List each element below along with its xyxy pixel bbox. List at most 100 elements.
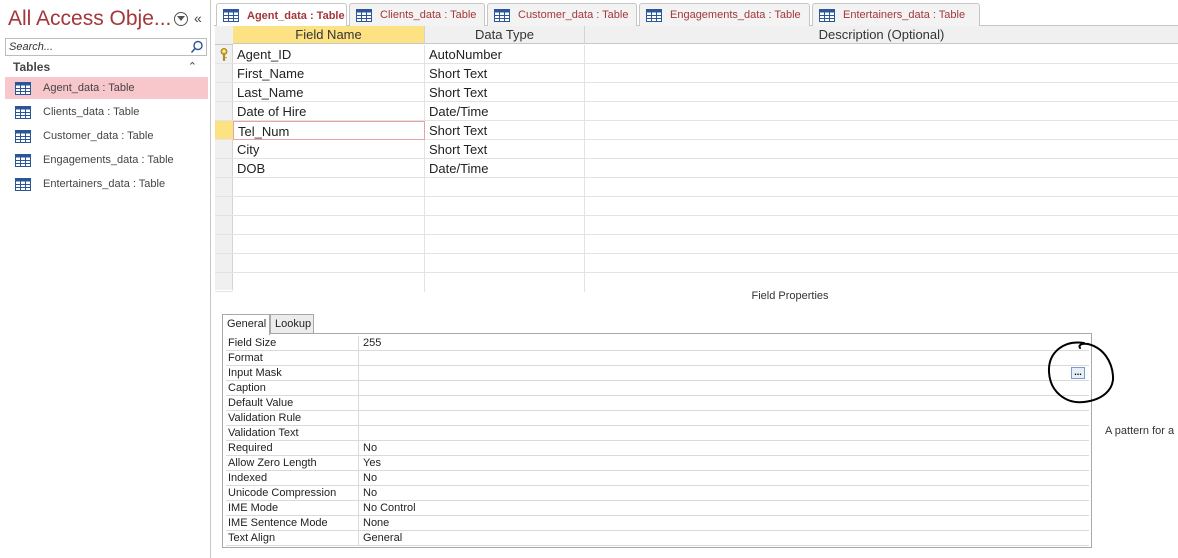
data-type-cell[interactable]	[425, 216, 585, 235]
table-icon	[15, 129, 31, 143]
property-value[interactable]: No	[359, 441, 1089, 456]
property-value[interactable]: No	[359, 486, 1089, 501]
description-cell[interactable]	[585, 121, 1178, 140]
property-value[interactable]: Yes	[359, 456, 1089, 471]
description-cell[interactable]	[585, 197, 1178, 216]
row-selector[interactable]	[215, 102, 233, 121]
property-value[interactable]	[359, 426, 1089, 441]
property-value[interactable]: No	[359, 471, 1089, 486]
column-header-field-name[interactable]: Field Name	[233, 26, 425, 44]
nav-menu-button[interactable]	[174, 12, 188, 26]
data-type-cell[interactable]	[425, 254, 585, 273]
row-selector[interactable]	[215, 197, 233, 216]
data-type-cell[interactable]: Date/Time	[425, 159, 585, 178]
field-name-cell[interactable]	[233, 254, 425, 273]
property-value-input-mask[interactable]: ...	[359, 366, 1089, 381]
description-cell[interactable]	[585, 254, 1178, 273]
nav-item-clients-data[interactable]: Clients_data : Table	[5, 101, 208, 123]
nav-group-tables[interactable]: Tables ⌃	[5, 58, 207, 76]
data-type-cell[interactable]: Short Text	[425, 140, 585, 159]
description-cell[interactable]	[585, 45, 1178, 64]
row-selector[interactable]	[215, 254, 233, 273]
description-cell[interactable]	[585, 273, 1178, 292]
nav-item-engagements-data[interactable]: Engagements_data : Table	[5, 149, 208, 171]
field-name-cell[interactable]: City	[233, 140, 425, 159]
row-selector[interactable]	[215, 159, 233, 178]
property-value[interactable]	[359, 381, 1089, 396]
data-type-cell[interactable]	[425, 178, 585, 197]
row-selector-current[interactable]	[215, 121, 233, 140]
nav-item-agent-data[interactable]: Agent_data : Table	[5, 77, 208, 99]
data-type-cell[interactable]: AutoNumber	[425, 45, 585, 64]
field-name-cell[interactable]	[233, 216, 425, 235]
table-row: City Short Text	[233, 140, 1178, 159]
property-value[interactable]	[359, 411, 1089, 426]
nav-title[interactable]: All Access Obje...	[8, 7, 171, 31]
data-type-cell[interactable]: Short Text	[425, 121, 585, 140]
description-cell[interactable]	[585, 159, 1178, 178]
description-cell[interactable]	[585, 102, 1178, 121]
field-name-cell[interactable]	[233, 178, 425, 197]
property-value[interactable]	[359, 396, 1089, 411]
corner-cell[interactable]	[215, 26, 233, 45]
data-type-cell[interactable]	[425, 197, 585, 216]
property-value[interactable]: General	[359, 531, 1089, 546]
tab-agent-data[interactable]: Agent_data : Table	[216, 3, 347, 27]
row-selector[interactable]	[215, 83, 233, 102]
data-type-cell[interactable]	[425, 273, 585, 292]
nav-item-label: Customer_data : Table	[43, 130, 154, 142]
table-row: Agent_ID AutoNumber	[233, 45, 1178, 64]
nav-item-customer-data[interactable]: Customer_data : Table	[5, 125, 208, 147]
property-label: Default Value	[226, 396, 359, 411]
nav-search-box[interactable]	[5, 38, 207, 56]
field-name-cell[interactable]: First_Name	[233, 64, 425, 83]
row-selector[interactable]	[215, 64, 233, 83]
row-selector[interactable]	[215, 45, 233, 64]
field-name-cell-editing[interactable]: Tel_Num	[233, 121, 425, 140]
collapse-pane-icon[interactable]: «	[194, 10, 202, 26]
field-name-cell[interactable]	[233, 273, 425, 292]
row-selector[interactable]	[215, 178, 233, 197]
column-header-description[interactable]: Description (Optional)	[585, 26, 1178, 44]
data-type-cell[interactable]: Short Text	[425, 83, 585, 102]
field-properties-title: Field Properties	[751, 290, 829, 302]
tab-customer-data[interactable]: Customer_data : Table	[487, 3, 637, 26]
description-cell[interactable]	[585, 216, 1178, 235]
row-selector[interactable]	[215, 140, 233, 159]
field-name-cell[interactable]: Last_Name	[233, 83, 425, 102]
description-cell[interactable]	[585, 64, 1178, 83]
tab-general[interactable]: General	[222, 314, 270, 335]
chevron-up-icon[interactable]: ⌃	[188, 60, 197, 73]
row-selector[interactable]	[215, 273, 233, 292]
data-type-cell[interactable]: Short Text	[425, 64, 585, 83]
property-value[interactable]: 255	[359, 336, 1089, 351]
row-selector[interactable]	[215, 235, 233, 254]
search-icon[interactable]	[190, 40, 204, 54]
tab-clients-data[interactable]: Clients_data : Table	[349, 3, 485, 26]
nav-item-label: Agent_data : Table	[43, 82, 135, 94]
property-value[interactable]: None	[359, 516, 1089, 531]
property-label: Allow Zero Length	[226, 456, 359, 471]
description-cell[interactable]	[585, 178, 1178, 197]
field-name-cell[interactable]	[233, 235, 425, 254]
search-input[interactable]	[6, 39, 186, 55]
property-value[interactable]	[359, 351, 1089, 366]
field-name-cell[interactable]: DOB	[233, 159, 425, 178]
field-name-cell[interactable]: Date of Hire	[233, 102, 425, 121]
description-cell[interactable]	[585, 140, 1178, 159]
field-name-cell[interactable]: Agent_ID	[233, 45, 425, 64]
description-cell[interactable]	[585, 235, 1178, 254]
column-header-data-type[interactable]: Data Type	[425, 26, 585, 44]
table-row-current: Tel_Num Short Text	[233, 121, 1178, 140]
row-selector[interactable]	[215, 216, 233, 235]
field-name-cell[interactable]	[233, 197, 425, 216]
tab-lookup[interactable]: Lookup	[270, 314, 314, 334]
property-value[interactable]: No Control	[359, 501, 1089, 516]
tab-engagements-data[interactable]: Engagements_data : Table	[639, 3, 810, 26]
data-type-cell[interactable]	[425, 235, 585, 254]
description-cell[interactable]	[585, 83, 1178, 102]
nav-item-entertainers-data[interactable]: Entertainers_data : Table	[5, 173, 208, 195]
data-type-cell[interactable]: Date/Time	[425, 102, 585, 121]
tab-entertainers-data[interactable]: Entertainers_data : Table	[812, 3, 980, 26]
table-row-empty	[233, 273, 1178, 292]
